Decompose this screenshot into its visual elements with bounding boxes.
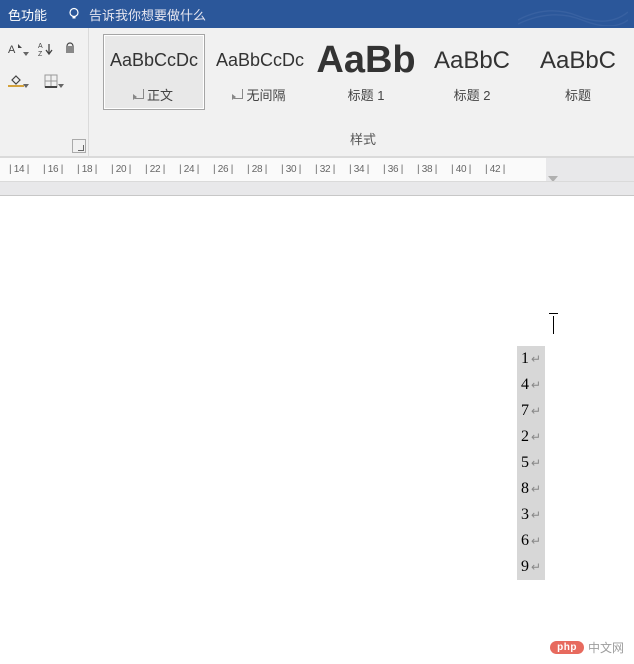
svg-text:A: A xyxy=(38,43,43,50)
ruler-tick: | 36 | xyxy=(376,164,410,175)
ruler-tick: | 20 | xyxy=(104,164,138,175)
page-gap xyxy=(0,182,634,196)
style-label: 无间隔 xyxy=(234,85,285,104)
ruler-tick: | 38 | xyxy=(410,164,444,175)
styles-group-label: 样式 xyxy=(89,124,634,152)
document-line[interactable]: 5↵ xyxy=(517,450,545,476)
svg-text:A: A xyxy=(8,44,16,56)
document-line[interactable]: 7↵ xyxy=(517,398,545,424)
return-mark-icon: ↵ xyxy=(531,508,541,523)
shading-button[interactable] xyxy=(0,70,32,92)
document-line[interactable]: 6↵ xyxy=(517,528,545,554)
style-item-1[interactable]: AaBbCcDc 无间隔 xyxy=(209,34,311,110)
style-item-0[interactable]: AaBbCcDc 正文 xyxy=(103,34,205,110)
ruler-tick: | 22 | xyxy=(138,164,172,175)
style-item-2[interactable]: AaBb 标题 1 xyxy=(315,34,417,110)
borders-button[interactable] xyxy=(35,70,67,92)
ruler-tick: | 34 | xyxy=(342,164,376,175)
lightbulb-icon[interactable] xyxy=(65,5,83,23)
ruler-tick: | 30 | xyxy=(274,164,308,175)
ruler-tick: | 28 | xyxy=(240,164,274,175)
ruler-right-margin xyxy=(546,158,634,182)
document-line[interactable]: 8↵ xyxy=(517,476,545,502)
style-label: 标题 2 xyxy=(454,85,491,104)
ribbon: A AZ AaBbCcDc正文AaBbCcDc无间隔AaBb标题 1AaBbC标… xyxy=(0,28,634,158)
return-mark-icon: ↵ xyxy=(531,534,541,549)
show-marks-button[interactable] xyxy=(60,38,82,60)
return-mark-icon: ↵ xyxy=(531,430,541,445)
style-item-4[interactable]: AaBbC 标题 xyxy=(527,34,629,110)
ruler-tick: | 26 | xyxy=(206,164,240,175)
style-label: 标题 1 xyxy=(348,85,385,104)
watermark: php 中文网 xyxy=(550,639,624,656)
ruler-tick: | 42 | xyxy=(478,164,512,175)
return-mark-icon: ↵ xyxy=(531,560,541,575)
document-line[interactable]: 1↵ xyxy=(517,346,545,372)
horizontal-ruler[interactable]: | 14 || 16 || 18 || 20 || 22 || 24 || 26… xyxy=(0,158,634,182)
svg-text:Z: Z xyxy=(38,51,43,57)
document-line[interactable]: 4↵ xyxy=(517,372,545,398)
ruler-tick: | 16 | xyxy=(36,164,70,175)
ruler-tick: | 40 | xyxy=(444,164,478,175)
sort-button[interactable]: AZ xyxy=(35,38,57,60)
paragraph-mark-icon xyxy=(135,89,144,99)
document-line[interactable]: 9↵ xyxy=(517,554,545,580)
return-mark-icon: ↵ xyxy=(531,482,541,497)
document-line[interactable]: 3↵ xyxy=(517,502,545,528)
style-preview: AaBbCcDc xyxy=(216,41,304,81)
title-bar-decoration xyxy=(518,2,628,26)
cursor-cap xyxy=(549,313,558,314)
ruler-tick: | 24 | xyxy=(172,164,206,175)
style-label: 标题 xyxy=(565,85,591,104)
tellme-input[interactable]: 告诉我你想要做什么 xyxy=(89,5,206,24)
style-preview: AaBb xyxy=(316,41,415,81)
document-page[interactable]: 1↵4↵7↵2↵5↵8↵3↵6↵9↵ php 中文网 xyxy=(0,196,634,664)
ruler-tick: | 32 | xyxy=(308,164,342,175)
ruler-tick: | 18 | xyxy=(70,164,104,175)
text-selection: 1↵4↵7↵2↵5↵8↵3↵6↵9↵ xyxy=(517,346,545,580)
styles-group: AaBbCcDc正文AaBbCcDc无间隔AaBb标题 1AaBbC标题 2Aa… xyxy=(89,28,634,156)
return-mark-icon: ↵ xyxy=(531,378,541,393)
style-preview: AaBbC xyxy=(434,41,510,81)
style-preview: AaBbC xyxy=(540,41,616,81)
return-mark-icon: ↵ xyxy=(531,456,541,471)
paragraph-mark-icon xyxy=(234,89,243,99)
return-mark-icon: ↵ xyxy=(531,404,541,419)
return-mark-icon: ↵ xyxy=(531,352,541,367)
style-item-3[interactable]: AaBbC 标题 2 xyxy=(421,34,523,110)
ruler-tick: | 14 | xyxy=(2,164,36,175)
style-preview: AaBbCcDc xyxy=(110,41,198,81)
ruler-indent-marker[interactable] xyxy=(548,176,558,182)
paragraph-dialog-launcher[interactable] xyxy=(72,139,86,153)
title-partial-text: 色功能 xyxy=(8,5,47,24)
paragraph-group: A AZ xyxy=(0,28,89,156)
title-bar: 色功能 告诉我你想要做什么 xyxy=(0,0,634,28)
style-label: 正文 xyxy=(135,85,173,104)
watermark-text: 中文网 xyxy=(588,639,624,656)
styles-gallery[interactable]: AaBbCcDc正文AaBbCcDc无间隔AaBb标题 1AaBbC标题 2Aa… xyxy=(89,28,634,124)
text-cursor xyxy=(553,316,554,334)
document-line[interactable]: 2↵ xyxy=(517,424,545,450)
watermark-badge: php xyxy=(550,641,584,654)
text-direction-button[interactable]: A xyxy=(0,38,32,60)
